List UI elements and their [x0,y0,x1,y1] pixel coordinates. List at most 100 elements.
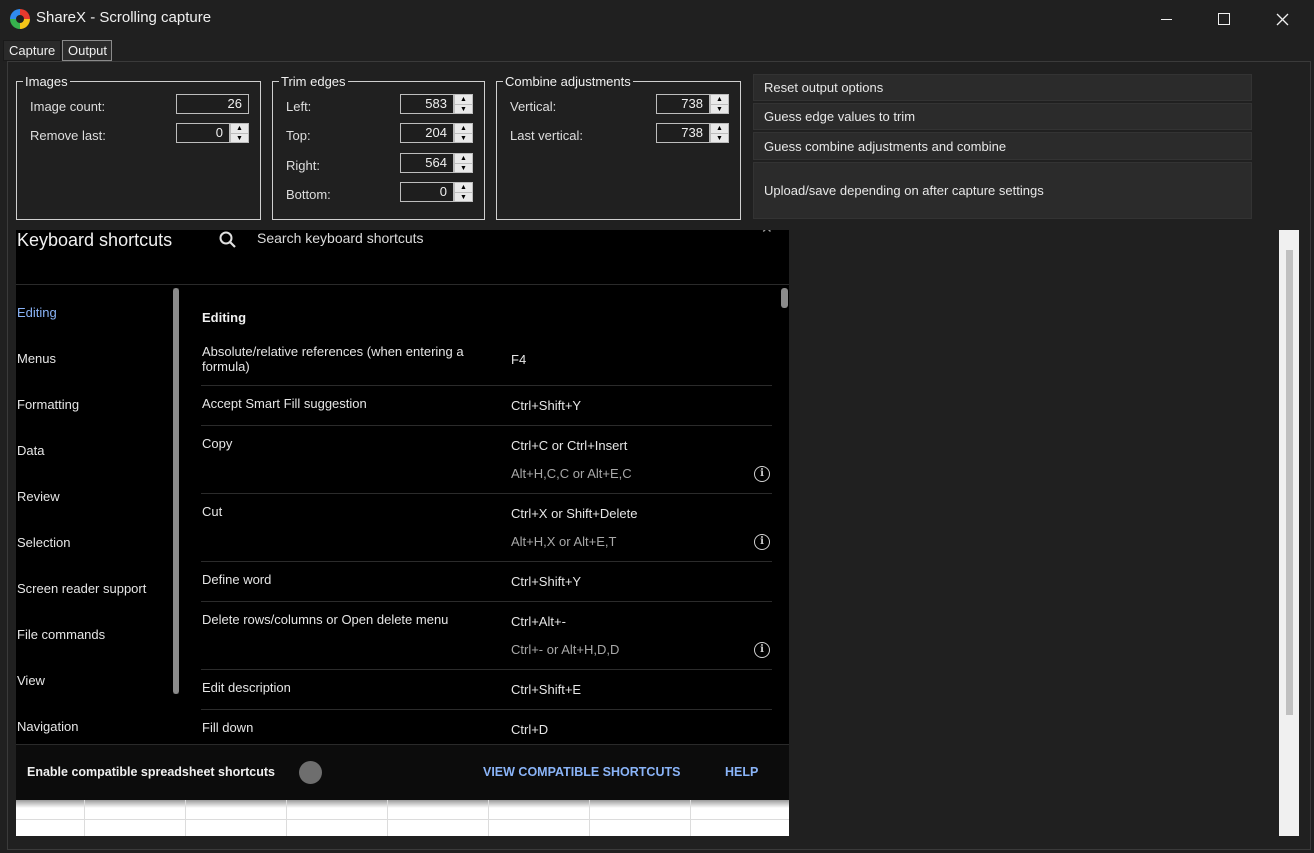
spin-up-icon[interactable]: ▲ [455,154,472,164]
grid-line [589,800,590,836]
remove-last-spinner[interactable]: ▲ ▼ [230,123,249,143]
last-vertical-label: Last vertical: [510,128,583,143]
spin-down-icon[interactable]: ▼ [711,105,728,114]
section-heading: Editing [202,310,247,325]
combine-adjustments-legend: Combine adjustments [505,74,631,89]
close-button[interactable] [1253,0,1311,38]
trim-right-spinner[interactable]: ▲ ▼ [454,153,473,173]
shortcut-key: Ctrl+Shift+E [511,682,582,697]
guess-edge-values-button[interactable]: Guess edge values to trim [753,103,1252,130]
images-group-legend: Images [25,74,68,89]
help-link: HELP [725,765,759,779]
shortcut-name: Cut [202,504,223,519]
trim-left-spinner[interactable]: ▲ ▼ [454,94,473,114]
trim-right-label: Right: [286,158,320,173]
spin-up-icon[interactable]: ▲ [455,95,472,105]
guess-combine-button[interactable]: Guess combine adjustments and combine [753,132,1252,160]
category-formatting: Formatting [17,397,80,412]
trim-bottom-input[interactable]: 0 [400,182,454,202]
shortcut-name: Define word [202,572,272,587]
grid-line [286,800,287,836]
upload-save-button[interactable]: Upload/save depending on after capture s… [753,162,1252,219]
remove-last-input[interactable]: 0 [176,123,230,143]
grid-line [84,800,85,836]
shortcut-row: Copy Ctrl+C or Ctrl+Insert Alt+H,C,C or … [201,425,772,494]
shortcut-alt-key: Alt+H,X or Alt+E,T [511,534,617,549]
last-vertical-input[interactable]: 738 [656,123,710,143]
vertical-input[interactable]: 738 [656,94,710,114]
spin-up-icon[interactable]: ▲ [455,124,472,134]
spin-up-icon[interactable]: ▲ [711,124,728,134]
shortcut-row: Absolute/relative references (when enter… [201,334,772,386]
category-data: Data [17,443,45,458]
vertical-spinner[interactable]: ▲ ▼ [710,94,729,114]
dialog-shadow [16,800,789,808]
grid-line [16,819,789,820]
info-icon: i [754,534,770,550]
grid-line [185,800,186,836]
trim-edges-legend: Trim edges [281,74,346,89]
tab-output[interactable]: Output [62,40,112,61]
vertical-label: Vertical: [510,99,557,114]
spin-down-icon[interactable]: ▼ [455,193,472,202]
trim-bottom-spinner[interactable]: ▲ ▼ [454,182,473,202]
reset-output-options-button[interactable]: Reset output options [753,74,1252,101]
last-vertical-spinner[interactable]: ▲ ▼ [710,123,729,143]
shortcut-key: Ctrl+X or Shift+Delete [511,506,638,521]
maximize-icon [1218,13,1230,25]
shortcut-alt-key: Alt+H,C,C or Alt+E,C [511,466,632,481]
grid-line [488,800,489,836]
spin-down-icon[interactable]: ▼ [455,164,472,173]
trim-top-spinner[interactable]: ▲ ▼ [454,123,473,143]
minimize-icon [1160,18,1172,20]
category-editing: Editing [17,305,57,320]
trim-left-input[interactable]: 583 [400,94,454,114]
view-compatible-shortcuts-link: VIEW COMPATIBLE SHORTCUTS [483,765,681,779]
spin-down-icon[interactable]: ▼ [711,134,728,143]
shortcut-key: Ctrl+C or Ctrl+Insert [511,438,628,453]
trim-bottom-label: Bottom: [286,187,331,202]
spin-up-icon[interactable]: ▲ [231,124,248,134]
shortcut-alt-key: Ctrl+- or Alt+H,D,D [511,642,620,657]
capture-preview: Keyboard shortcuts Search keyboard short… [16,230,789,836]
trim-top-input[interactable]: 204 [400,123,454,143]
shortcut-row: Cut Ctrl+X or Shift+Delete Alt+H,X or Al… [201,493,772,562]
category-navigation: Navigation [17,719,79,734]
grid-line [690,800,691,836]
category-scrollbar-thumb [173,288,179,694]
info-icon: i [754,466,770,482]
shortcut-row: Define word Ctrl+Shift+Y [201,561,772,602]
shortcut-name: Edit description [202,680,291,695]
shortcut-key: Ctrl+D [511,722,549,737]
maximize-button[interactable] [1195,0,1253,38]
close-icon [1276,13,1288,25]
shortcut-row: Delete rows/columns or Open delete menu … [201,601,772,670]
search-input: Search keyboard shortcuts [257,230,424,246]
tab-capture[interactable]: Capture [3,40,61,61]
shortcut-key: Ctrl+Shift+Y [511,398,582,413]
remove-last-label: Remove last: [30,128,106,143]
category-selection: Selection [17,535,71,550]
spin-down-icon[interactable]: ▼ [455,134,472,143]
spin-down-icon[interactable]: ▼ [231,134,248,143]
grid-line [387,800,388,836]
category-screen-reader-support: Screen reader support [17,581,147,596]
shortcut-key: Ctrl+Shift+Y [511,574,582,589]
spin-up-icon[interactable]: ▲ [711,95,728,105]
preview-scrollbar-thumb[interactable] [1286,250,1293,715]
dialog-title: Keyboard shortcuts [17,230,173,250]
shortcut-name: Absolute/relative references (when enter… [202,344,464,374]
category-file-commands: File commands [17,627,106,642]
compat-shortcuts-label: Enable compatible spreadsheet shortcuts [27,765,275,779]
spin-down-icon[interactable]: ▼ [455,105,472,114]
shortcuts-scrollbar-thumb [781,288,788,308]
minimize-button[interactable] [1137,0,1195,38]
trim-right-input[interactable]: 564 [400,153,454,173]
sharex-logo-icon [10,9,30,29]
search-icon [219,231,236,248]
spin-up-icon[interactable]: ▲ [455,183,472,193]
shortcut-name: Fill down [202,720,254,735]
shortcut-key: F4 [511,352,527,367]
trim-left-label: Left: [286,99,312,114]
category-menus: Menus [17,351,57,366]
